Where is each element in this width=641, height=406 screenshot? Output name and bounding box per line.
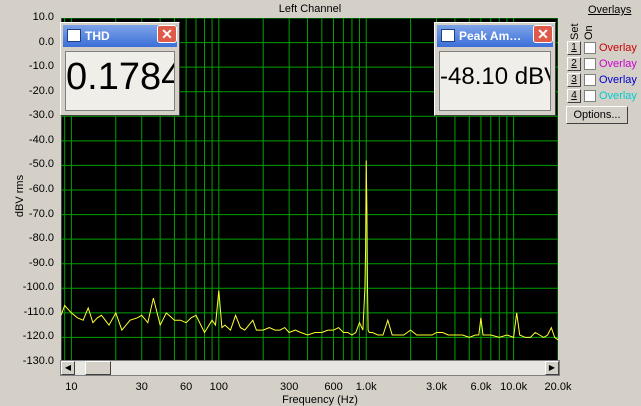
thd-meter-title: THD	[85, 29, 110, 43]
overlay-set-button[interactable]: 3	[567, 73, 581, 87]
x-tick-label: 20.0k	[544, 381, 572, 393]
y-tick-label: -70.0	[28, 207, 54, 220]
y-tick-label: -20.0	[28, 84, 54, 97]
y-tick-label: -110.0	[23, 305, 54, 318]
waveform-icon	[441, 29, 455, 42]
arrow-right-icon[interactable]: ▶	[545, 361, 559, 375]
y-tick-label: -10.0	[28, 60, 54, 73]
x-tick-label: 30	[135, 381, 148, 393]
frequency-scrollbar[interactable]: ◀ ▶	[60, 360, 560, 376]
overlay-set-button[interactable]: 4	[567, 89, 581, 103]
overlay-checkbox[interactable]	[584, 90, 596, 102]
analyzer-window: Left Channel dBV rms 10.0 0.0 -10.0 -20.0 -3…	[0, 0, 641, 406]
overlay-on-label: On	[583, 25, 595, 40]
overlay-checkbox[interactable]	[584, 42, 596, 54]
options-button[interactable]: Options...	[566, 106, 628, 124]
overlay-set-label: Set	[569, 23, 581, 40]
x-axis-label: Frequency (Hz)	[282, 394, 358, 406]
thd-meter-value: 0.17847 %	[65, 51, 175, 111]
y-tick-label: -130.0	[22, 355, 54, 367]
overlay-checkbox[interactable]	[584, 74, 596, 86]
x-tick-label: 1.0k	[355, 381, 377, 393]
x-tick-label: 300	[279, 381, 299, 393]
chart-title: Left Channel	[278, 3, 342, 15]
y-tick-label: 0.0	[38, 35, 54, 48]
overlay-label: Overlay	[599, 90, 637, 102]
y-tick-label: -80.0	[28, 232, 54, 245]
y-tick-label: 10.0	[32, 11, 54, 23]
x-tick-label: 10	[65, 381, 78, 393]
x-tick-label: 3.0k	[426, 381, 447, 393]
peak-meter-value: -48.10 dBV rms	[439, 51, 551, 111]
x-tick-label: 6.0k	[470, 381, 492, 393]
close-icon[interactable]: ✕	[533, 25, 553, 43]
overlay-label: Overlay	[599, 58, 637, 70]
x-tick-label: 60	[179, 381, 193, 393]
x-tick-label: 100	[209, 381, 228, 393]
scrollbar-thumb[interactable]	[85, 361, 111, 375]
close-icon[interactable]: ✕	[157, 25, 177, 43]
arrow-left-icon[interactable]: ◀	[61, 361, 75, 375]
overlay-set-button[interactable]: 2	[567, 57, 581, 71]
y-tick-label: -100.0	[22, 281, 54, 294]
y-tick-label: -120.0	[22, 330, 54, 343]
overlay-label: Overlay	[599, 74, 637, 86]
y-tick-label: -90.0	[28, 256, 54, 269]
y-tick-label: -60.0	[28, 183, 54, 195]
y-tick-label: -50.0	[28, 158, 54, 171]
thd-meter-window[interactable]: THD ✕ 0.17847 %	[60, 22, 180, 116]
overlays-heading: Overlays	[588, 4, 632, 16]
overlay-set-button[interactable]: 1	[567, 41, 581, 55]
overlay-checkbox[interactable]	[584, 58, 596, 70]
x-tick-label: 10.0k	[500, 381, 528, 393]
x-tick-label: 600	[324, 381, 343, 393]
y-tick-label: -30.0	[28, 109, 54, 122]
peak-meter-window[interactable]: Peak Am… ✕ -48.10 dBV rms	[434, 22, 556, 116]
overlay-label: Overlay	[599, 42, 637, 54]
peak-meter-title: Peak Am…	[459, 29, 522, 43]
waveform-icon	[67, 29, 81, 42]
y-tick-label: -40.0	[28, 133, 54, 146]
